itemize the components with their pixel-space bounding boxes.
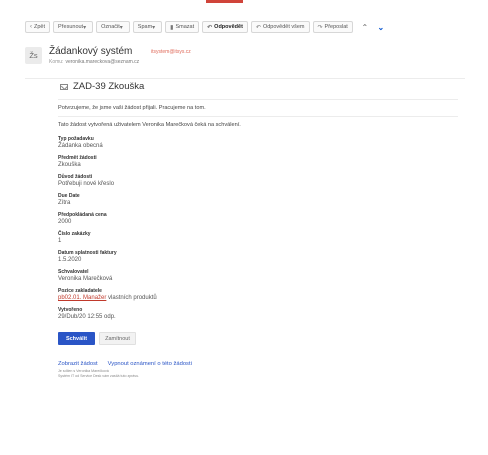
- mark-label: Označit: [101, 24, 120, 30]
- reply-icon: ↶: [207, 24, 213, 31]
- caret-down-icon: ▾: [152, 24, 156, 31]
- mail-toolbar: ‹ Zpět Přesunout ▾ Označit ▾ Spam ▾ ▮ Sm…: [25, 20, 475, 34]
- chevron-up-icon: ⌃: [361, 22, 369, 32]
- chevron-down-icon: ⌄: [377, 22, 385, 32]
- field-request-type: Typ požadavku Žádanka obecná: [58, 136, 458, 149]
- body-divider: [58, 99, 458, 100]
- field-value: 1: [58, 238, 62, 244]
- field-label: Due Date: [58, 193, 80, 199]
- delete-button[interactable]: ▮ Smazat: [165, 21, 200, 33]
- header-divider: [25, 78, 465, 79]
- forward-label: Přeposlat: [324, 24, 348, 30]
- approval-actions: Schválit Zamítnout: [58, 332, 458, 345]
- field-label: Číslo zakázky: [58, 231, 91, 237]
- intro-text: Potvrzujeme, že jsme vaši žádost přijali…: [58, 105, 206, 111]
- sender-name[interactable]: Žádankový systém: [49, 46, 132, 57]
- field-created: Vytvořeno 29/Dub/20 12:55 odp.: [58, 307, 458, 320]
- reply-all-icon: ↶: [255, 24, 261, 31]
- footer-note: Je sdílen s Veronika Marečková Systém IT…: [58, 369, 458, 379]
- field-value: 29/Dub/20 12:55 odp.: [58, 314, 116, 320]
- field-value: Veronika Marečková: [58, 276, 113, 282]
- field-creator-position: Pozice zakladatele pb02.01. Manažer vlas…: [58, 288, 458, 301]
- back-button[interactable]: ‹ Zpět: [25, 21, 51, 33]
- move-label: Přesunout: [58, 24, 84, 30]
- spam-label: Spam: [137, 24, 153, 30]
- position-link[interactable]: pb02.01. Manažer: [58, 295, 106, 301]
- subject-text: ZAD-39 Zkouška: [73, 81, 145, 92]
- field-value: Zkouška: [58, 162, 81, 168]
- field-label: Předpokládaná cena: [58, 212, 107, 218]
- reply-label: Odpovědět: [214, 24, 243, 30]
- footer-note-line: Systém IT od Service Desk vám zasílá tut…: [58, 374, 140, 378]
- spam-button[interactable]: Spam ▾: [132, 21, 163, 33]
- field-value: 2000: [58, 219, 72, 225]
- back-label: Zpět: [34, 24, 46, 30]
- field-expected-price: Předpokládaná cena 2000: [58, 212, 458, 225]
- previous-message-button[interactable]: ⌃: [358, 21, 372, 33]
- view-request-link[interactable]: Zobrazit žádost: [58, 361, 98, 367]
- field-label: Důvod žádosti: [58, 174, 93, 180]
- message-header: Žs Žádankový systém itsystem@itsys.cz Ko…: [25, 46, 465, 74]
- approve-button[interactable]: Schválit: [58, 332, 95, 345]
- caret-down-icon: ▾: [119, 24, 123, 31]
- field-value: pb02.01. Manažer vlastních produktů: [58, 295, 458, 301]
- position-rest: vlastních produktů: [106, 295, 157, 301]
- field-label: Typ požadavku: [58, 136, 94, 142]
- recipient-email[interactable]: veronika.mareckova@seznam.cz: [65, 59, 139, 65]
- message-body: Potvrzujeme, že jsme vaši žádost přijali…: [58, 96, 458, 379]
- delete-label: Smazat: [175, 24, 195, 30]
- field-order-number: Číslo zakázky 1: [58, 231, 458, 244]
- field-label: Datum splatnosti faktury: [58, 250, 117, 256]
- caret-down-icon: ▾: [83, 24, 87, 31]
- field-label: Pozice zakladatele: [58, 288, 102, 294]
- move-button[interactable]: Přesunout ▾: [53, 21, 94, 33]
- next-message-button[interactable]: ⌄: [374, 21, 388, 33]
- field-value: Zítra: [58, 200, 71, 206]
- forward-button[interactable]: ↷ Přeposlat: [312, 21, 353, 33]
- recipients: Komu: veronika.mareckova@seznam.cz: [49, 59, 139, 65]
- chevron-left-icon: ‹: [30, 24, 32, 30]
- envelope-icon: [60, 83, 68, 90]
- reply-all-button[interactable]: ↶ Odpovědět všem: [250, 21, 310, 33]
- reject-button[interactable]: Zamítnout: [99, 332, 136, 345]
- field-value: Žádanka obecná: [58, 143, 103, 149]
- field-label: Předmět žádosti: [58, 155, 97, 161]
- field-due-date: Due Date Zítra: [58, 193, 458, 206]
- top-accent-bar: [206, 0, 243, 3]
- field-invoice-due: Datum splatnosti faktury 1.5.2020: [58, 250, 458, 263]
- field-subject: Předmět žádosti Zkouška: [58, 155, 458, 168]
- field-value: 1.5.2020: [58, 257, 82, 263]
- subject-line: ZAD-39 Zkouška: [60, 81, 144, 92]
- reply-all-label: Odpovědět všem: [262, 24, 305, 30]
- reply-button[interactable]: ↶ Odpovědět: [202, 21, 248, 33]
- approval-note: Tato žádost vytvořená uživatelem Veronik…: [58, 122, 241, 128]
- footer-links: Zobrazit žádost Vypnout oznámení o této …: [58, 361, 458, 367]
- field-label: Vytvořeno: [58, 307, 83, 313]
- field-label: Schvalovatel: [58, 269, 89, 275]
- sender-email[interactable]: itsystem@itsys.cz: [151, 49, 191, 55]
- field-value: Potřebuji nové křeslo: [58, 181, 115, 187]
- to-label: Komu:: [49, 59, 64, 65]
- body-divider: [58, 116, 458, 117]
- trash-icon: ▮: [170, 24, 174, 31]
- field-approver: Schvalovatel Veronika Marečková: [58, 269, 458, 282]
- field-reason: Důvod žádosti Potřebuji nové křeslo: [58, 174, 458, 187]
- forward-icon: ↷: [317, 24, 323, 31]
- mark-button[interactable]: Označit ▾: [96, 21, 130, 33]
- sender-avatar: Žs: [25, 47, 42, 64]
- unsubscribe-link[interactable]: Vypnout oznámení o této žádosti: [108, 361, 192, 367]
